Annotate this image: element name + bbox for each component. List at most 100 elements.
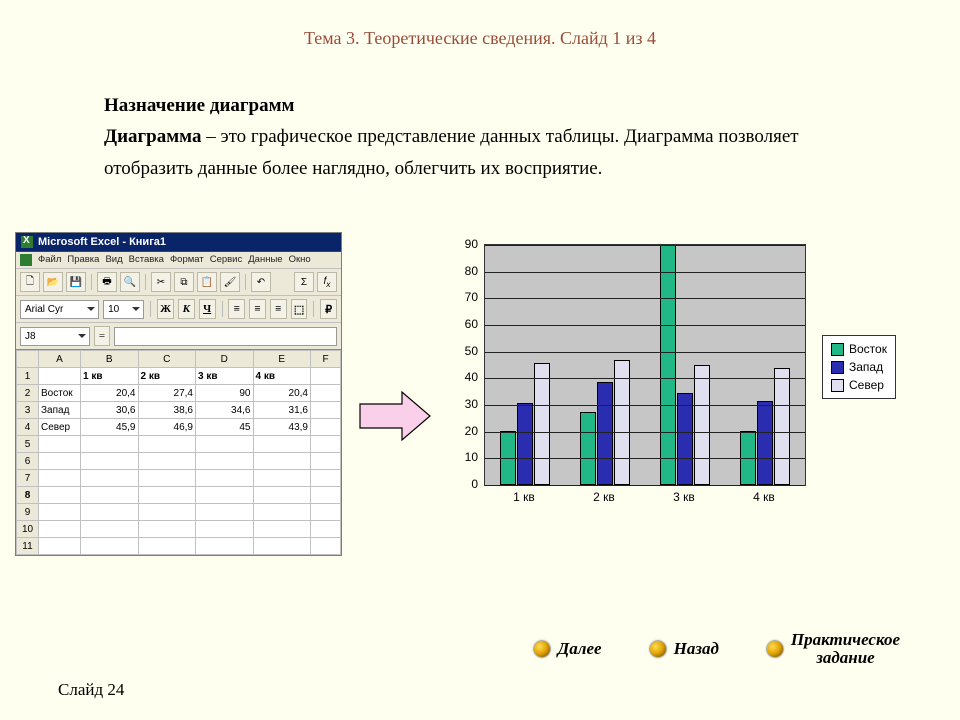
open-icon[interactable]: 📂	[43, 272, 63, 292]
cell[interactable]	[196, 504, 254, 521]
formula-eq[interactable]: =	[94, 326, 110, 346]
cell[interactable]: 20,4	[81, 385, 139, 402]
cell[interactable]: 30,6	[81, 402, 139, 419]
cell[interactable]	[39, 487, 81, 504]
cell[interactable]	[138, 538, 196, 555]
cell[interactable]: 45	[196, 419, 254, 436]
cell[interactable]: 1 кв	[81, 368, 139, 385]
italic-button[interactable]: К	[178, 299, 195, 319]
preview-icon[interactable]: 🔍	[120, 272, 140, 292]
cell[interactable]	[39, 453, 81, 470]
row-header[interactable]: 11	[17, 538, 39, 555]
print-icon[interactable]: 🖶	[97, 272, 117, 292]
col-D[interactable]: D	[196, 351, 254, 368]
cell[interactable]	[39, 521, 81, 538]
row-header[interactable]: 3	[17, 402, 39, 419]
cell[interactable]: 27,4	[138, 385, 196, 402]
menu-file[interactable]: Файл	[38, 254, 61, 266]
cell[interactable]	[311, 487, 341, 504]
cell[interactable]	[253, 487, 311, 504]
cell[interactable]	[138, 436, 196, 453]
col-B[interactable]: B	[81, 351, 139, 368]
cell[interactable]	[311, 504, 341, 521]
col-A[interactable]: A	[39, 351, 81, 368]
row-header[interactable]: 2	[17, 385, 39, 402]
cell[interactable]: 4 кв	[253, 368, 311, 385]
underline-button[interactable]: Ч	[199, 299, 216, 319]
size-combo[interactable]: 10	[103, 300, 144, 319]
cell[interactable]	[311, 436, 341, 453]
cell[interactable]	[81, 504, 139, 521]
align-center-icon[interactable]: ≡	[249, 299, 266, 319]
cell[interactable]: 43,9	[253, 419, 311, 436]
row-header[interactable]: 9	[17, 504, 39, 521]
cell[interactable]	[253, 521, 311, 538]
cell[interactable]	[81, 487, 139, 504]
cell[interactable]	[253, 453, 311, 470]
cell[interactable]	[138, 487, 196, 504]
cell[interactable]: 31,6	[253, 402, 311, 419]
cell[interactable]	[196, 470, 254, 487]
cell[interactable]: 20,4	[253, 385, 311, 402]
merge-icon[interactable]: ⬚	[291, 299, 308, 319]
cell[interactable]	[138, 521, 196, 538]
menu-window[interactable]: Окно	[289, 254, 311, 266]
formula-input[interactable]	[114, 327, 337, 346]
cell[interactable]	[311, 453, 341, 470]
menu-edit[interactable]: Правка	[67, 254, 99, 266]
cell[interactable]	[311, 470, 341, 487]
cell[interactable]: 90	[196, 385, 254, 402]
cell[interactable]	[196, 436, 254, 453]
cell[interactable]	[311, 538, 341, 555]
copy-icon[interactable]: ⧉	[174, 272, 194, 292]
cell[interactable]	[196, 453, 254, 470]
cell[interactable]	[253, 504, 311, 521]
cell[interactable]	[81, 470, 139, 487]
cell[interactable]	[81, 453, 139, 470]
menu-tools[interactable]: Сервис	[210, 254, 243, 266]
cell[interactable]	[138, 470, 196, 487]
back-button[interactable]: Назад	[650, 639, 719, 659]
cell[interactable]	[311, 402, 341, 419]
cell[interactable]	[311, 419, 341, 436]
col-F[interactable]: F	[311, 351, 341, 368]
cell[interactable]	[39, 368, 81, 385]
save-icon[interactable]: 💾	[66, 272, 86, 292]
cell[interactable]	[81, 521, 139, 538]
undo-icon[interactable]: ↶	[251, 272, 271, 292]
cell[interactable]	[39, 470, 81, 487]
next-button[interactable]: Далее	[534, 639, 602, 659]
cell[interactable]	[39, 504, 81, 521]
cell[interactable]: 46,9	[138, 419, 196, 436]
cell[interactable]: Север	[39, 419, 81, 436]
font-combo[interactable]: Arial Cyr	[20, 300, 99, 319]
cell[interactable]	[138, 453, 196, 470]
cell[interactable]	[81, 436, 139, 453]
cell[interactable]: 3 кв	[196, 368, 254, 385]
row-header[interactable]: 4	[17, 419, 39, 436]
currency-icon[interactable]: ₽	[320, 299, 337, 319]
bold-button[interactable]: Ж	[157, 299, 174, 319]
practice-button[interactable]: Практическоезадание	[767, 631, 900, 668]
menu-insert[interactable]: Вставка	[129, 254, 164, 266]
cell[interactable]: Запад	[39, 402, 81, 419]
cell[interactable]: 34,6	[196, 402, 254, 419]
cell[interactable]	[81, 538, 139, 555]
cell[interactable]: 45,9	[81, 419, 139, 436]
cell[interactable]: 38,6	[138, 402, 196, 419]
menu-format[interactable]: Формат	[170, 254, 204, 266]
cell[interactable]	[138, 504, 196, 521]
row-header[interactable]: 5	[17, 436, 39, 453]
cell[interactable]	[39, 436, 81, 453]
cell[interactable]	[311, 368, 341, 385]
select-all[interactable]	[17, 351, 39, 368]
col-C[interactable]: C	[138, 351, 196, 368]
menu-data[interactable]: Данные	[248, 254, 282, 266]
cell[interactable]	[196, 538, 254, 555]
row-header[interactable]: 6	[17, 453, 39, 470]
name-box[interactable]: J8	[20, 327, 90, 346]
row-header[interactable]: 10	[17, 521, 39, 538]
new-icon[interactable]: 🗋	[20, 272, 40, 292]
paste-icon[interactable]: 📋	[197, 272, 217, 292]
cell[interactable]	[311, 385, 341, 402]
